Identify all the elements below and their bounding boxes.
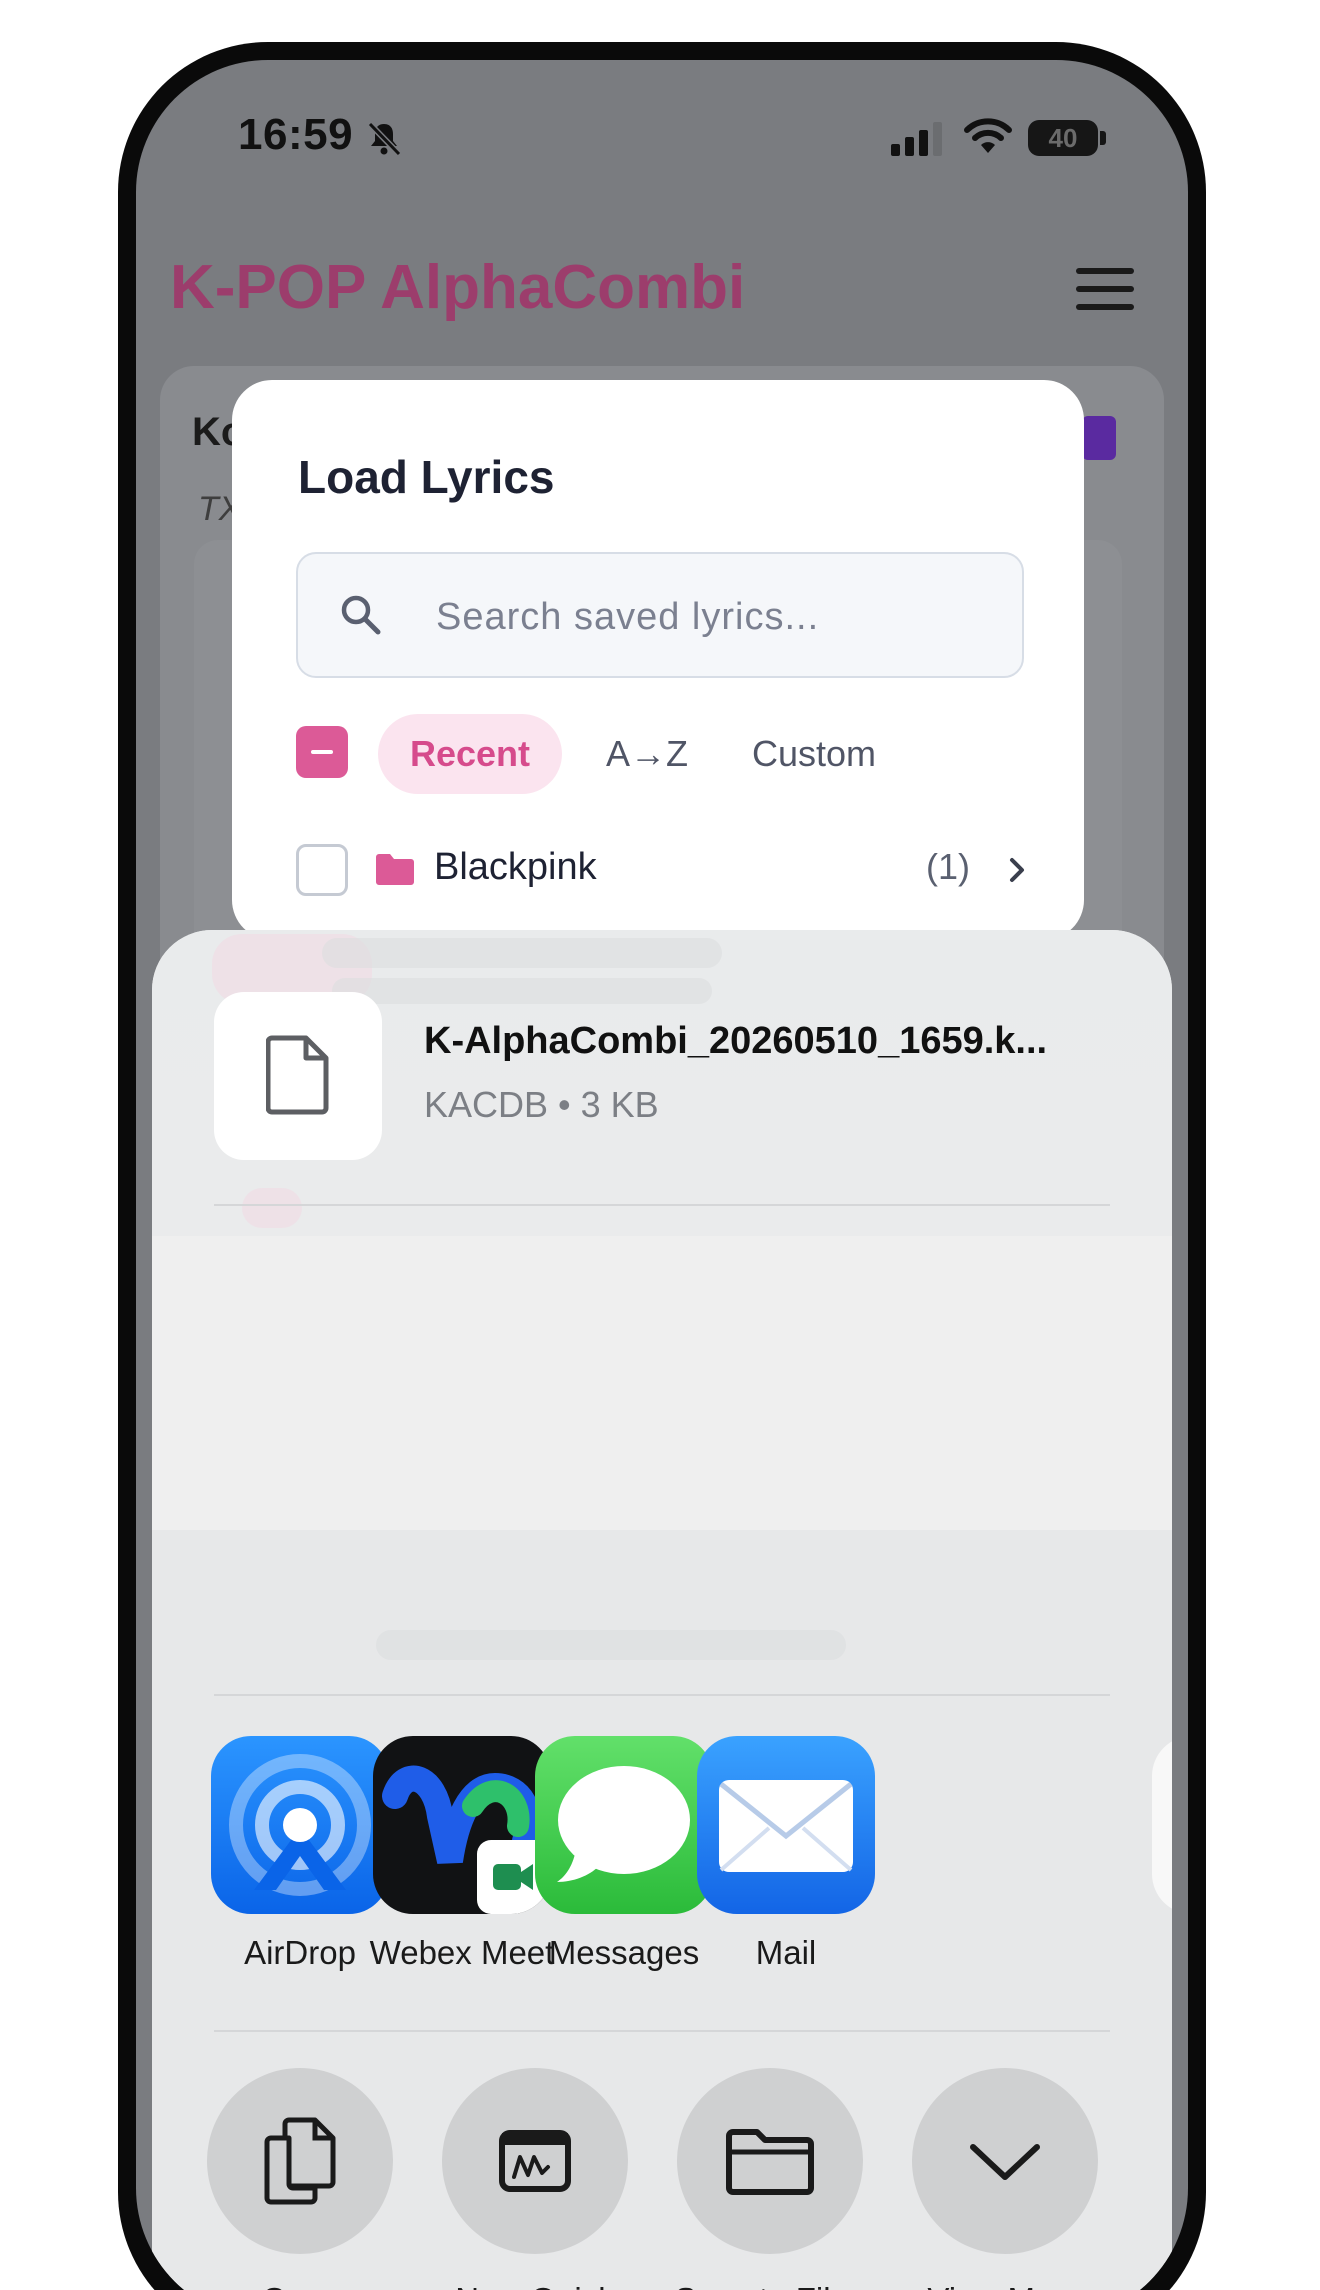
chevron-down-icon [912,2068,1098,2254]
blurred-background-shape [376,1630,846,1660]
search-input[interactable] [436,590,996,644]
chevron-right-icon [1010,858,1024,882]
select-all-checkbox[interactable] [296,726,348,778]
tab-recent[interactable]: Recent [378,714,562,794]
share-sheet: K-AlphaCombi_20260510_1659.k... KACDB • … [152,930,1172,2290]
blurred-background-shape [322,938,722,968]
battery-tip [1100,131,1106,145]
folder-icon [677,2068,863,2254]
action-copy[interactable]: Copy [185,2068,415,2290]
action-view-more[interactable]: View More [890,2068,1120,2290]
action-label: New Quick Note [420,2278,650,2290]
background-purple-button [1082,416,1116,460]
status-time: 16:59 [238,110,354,159]
app-title: K-POP AlphaCombi [170,253,746,322]
hamburger-menu-icon[interactable] [1076,268,1134,312]
tab-custom[interactable]: Custom [724,714,904,794]
divider [214,1204,1110,1206]
mail-icon [697,1736,875,1914]
wifi-icon [964,118,1012,153]
document-icon [266,1035,329,1115]
folder-checkbox[interactable] [296,844,348,896]
action-label: Save to Files [655,2278,885,2290]
partial-app-icon[interactable] [1152,1736,1172,1914]
action-save-to-files[interactable]: Save to Files [655,2068,885,2290]
tab-a-z[interactable]: A→Z [592,714,702,794]
folder-icon [376,854,414,885]
bell-muted-icon [367,121,402,157]
divider [214,2030,1110,2032]
copy-icon [207,2068,393,2254]
modal-title: Load Lyrics [298,451,555,503]
phone-screen: 16:59 40 K-POP AlphaCombi Ko TX nl Load … [136,60,1188,2290]
search-icon [341,595,381,635]
action-label: View More [890,2278,1120,2290]
share-app-mail[interactable]: Mail [686,1736,886,1972]
folder-name: Blackpink [434,846,597,888]
folder-row-blackpink[interactable]: Blackpink (1) [296,840,1036,900]
cellular-signal-icon [891,122,942,156]
action-label: Copy [185,2278,415,2290]
search-box[interactable] [296,552,1024,678]
action-new-quick-note[interactable]: New Quick Note [420,2068,650,2290]
load-lyrics-modal: Load Lyrics Recent A→Z Custom Blackpink … [232,380,1084,940]
blurred-background-shape [242,1188,302,1228]
file-name: K-AlphaCombi_20260510_1659.k... [424,1020,1048,1062]
quick-note-icon [442,2068,628,2254]
blurred-background-shape [332,978,712,1004]
file-meta: KACDB • 3 KB [424,1084,659,1125]
battery-indicator: 40 [1028,120,1098,156]
divider [214,1694,1110,1696]
folder-count: (1) [926,846,970,887]
sheet-blank-area [152,1236,1172,1530]
app-label: Mail [755,1934,817,1971]
